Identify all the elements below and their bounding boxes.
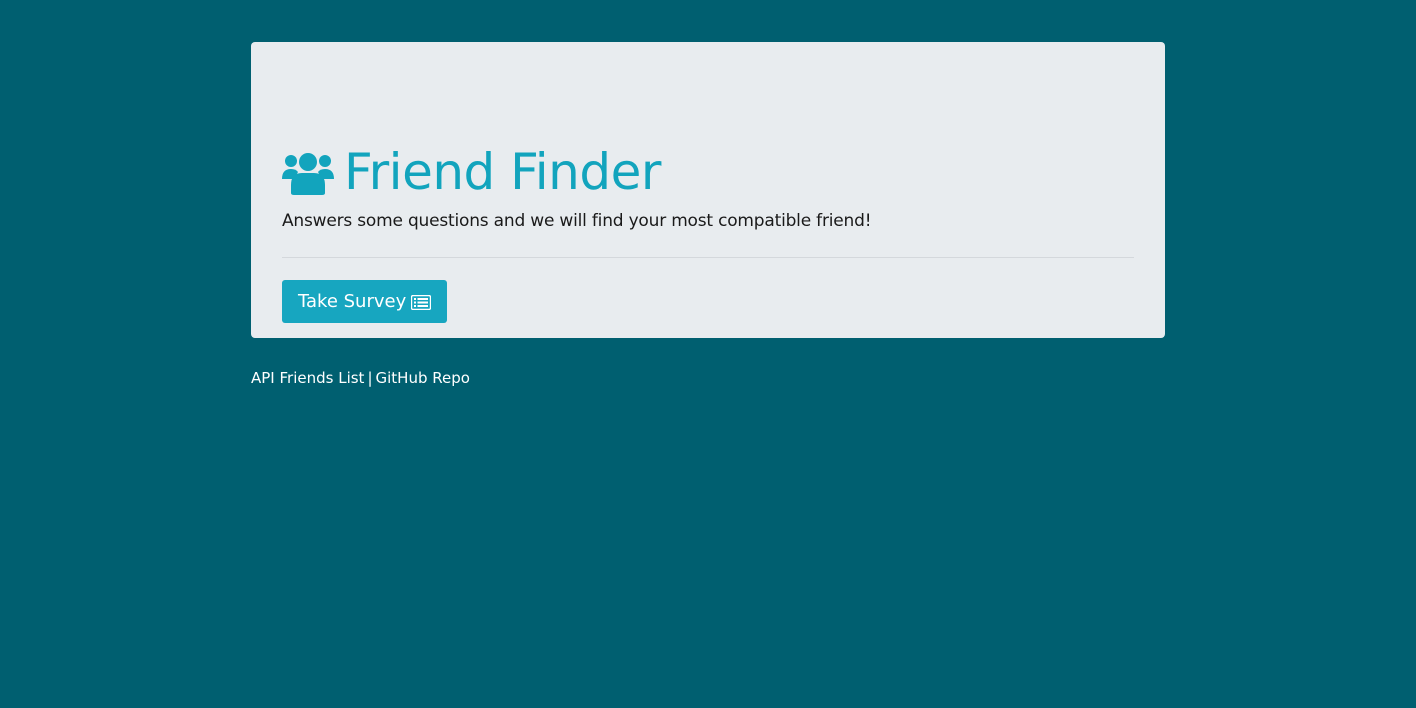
page-subtitle: Answers some questions and we will find … xyxy=(282,211,872,231)
take-survey-button[interactable]: Take Survey xyxy=(282,280,448,323)
take-survey-label: Take Survey xyxy=(298,291,407,312)
users-icon xyxy=(282,149,334,195)
list-alt-icon xyxy=(411,294,432,311)
jumbotron-panel: Friend Finder Answers some questions and… xyxy=(251,42,1165,338)
divider xyxy=(282,257,1134,258)
github-repo-link[interactable]: GitHub Repo xyxy=(376,369,470,387)
api-friends-list-link[interactable]: API Friends List xyxy=(251,369,364,387)
footer-separator: | xyxy=(367,369,373,387)
footer: API Friends List | GitHub Repo xyxy=(251,368,470,388)
page-title: Friend Finder xyxy=(344,143,661,201)
title-row: Friend Finder xyxy=(282,142,661,202)
